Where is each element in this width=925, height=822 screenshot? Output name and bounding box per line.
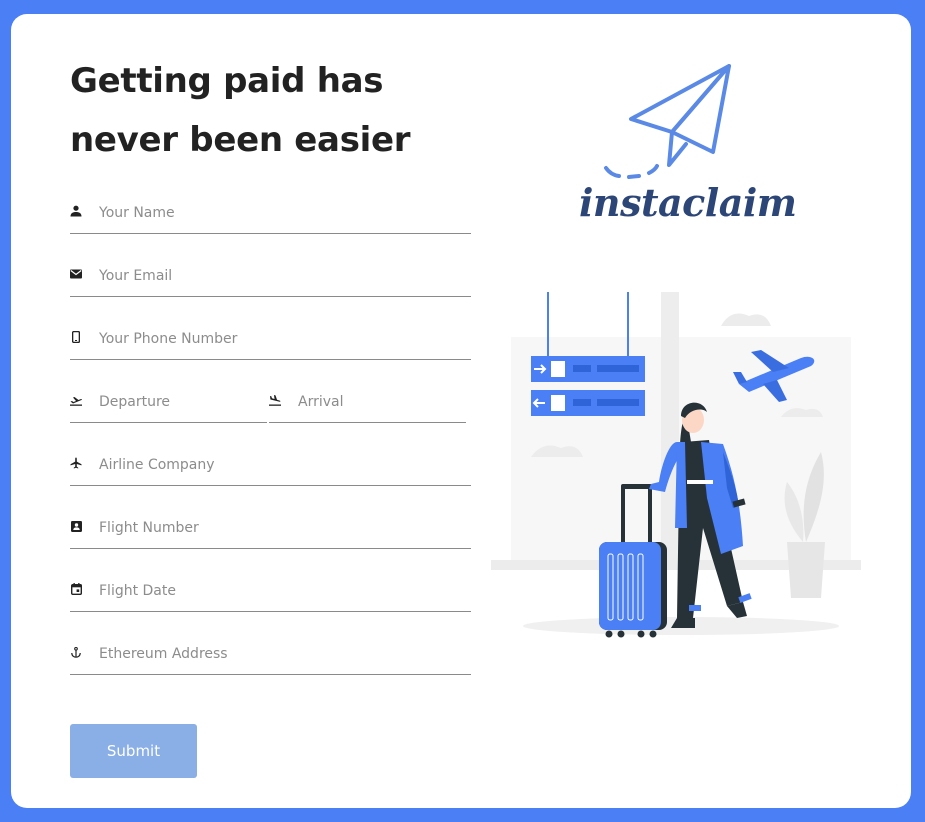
flight-takeoff-icon [70,393,82,407]
phone-field-group [70,322,471,360]
eth-address-field-group [70,637,471,675]
name-field-group [70,196,471,234]
badge-icon [70,519,82,533]
departure-input[interactable] [99,385,259,419]
departure-field-group [70,385,267,423]
flight-date-input[interactable] [99,574,459,608]
brand-name: instaclaim [579,180,797,225]
eth-address-input[interactable] [99,637,459,671]
paper-plane-icon [604,64,731,179]
email-input[interactable] [99,259,459,293]
airline-input[interactable] [99,448,459,482]
arrival-field-group [269,385,466,423]
person-icon [70,204,82,218]
flight-date-field-group [70,574,471,612]
title-line-2: never been easier [70,120,411,160]
mail-icon [70,267,82,281]
calendar-icon [70,582,82,596]
flight-land-icon [269,393,281,407]
instaclaim-logo: instaclaim [571,60,797,240]
title-line-1: Getting paid has [70,61,384,101]
phone-input[interactable] [99,322,459,356]
flight-number-field-group [70,511,471,549]
flight-number-input[interactable] [99,511,459,545]
airplane-icon [70,456,82,470]
name-input[interactable] [99,196,459,230]
traveler-illustration [491,292,861,638]
arrival-input[interactable] [298,385,458,419]
signup-card: Getting paid has never been easier Your … [11,14,911,808]
airline-field-group [70,448,471,486]
email-field-group [70,259,471,297]
anchor-icon [70,645,82,659]
phone-icon [70,330,82,344]
page-title: Getting paid has never been easier [70,52,490,170]
submit-button[interactable]: Submit [70,724,197,778]
